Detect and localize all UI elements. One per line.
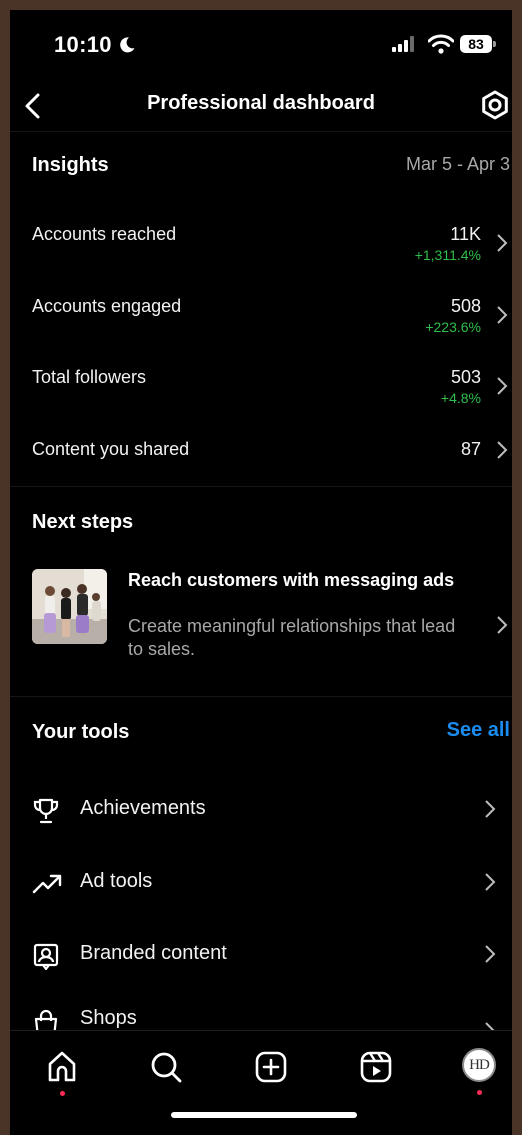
your-tools-section: Your tools See all Achievements Ad tools [10,697,512,1030]
chevron-right-icon [485,873,496,891]
gear-icon[interactable] [480,90,510,120]
battery-indicator: 83 [460,35,492,53]
tool-achievements[interactable]: Achievements [10,779,512,839]
search-icon[interactable] [146,1047,186,1087]
tool-label: Shops [80,1007,137,1029]
profile-avatar[interactable]: HD [462,1048,496,1082]
insight-value: 503 [450,367,481,387]
tool-label: Achievements [80,797,206,819]
next-steps-section: Next steps Reach customers with messagin… [10,487,512,697]
phone-screen: 10:10 83 Professional dashboard Insights… [10,10,512,1135]
chevron-right-icon [485,800,496,818]
insight-value: 11K [450,224,481,244]
next-step-title: Reach customers with messaging ads [128,570,455,590]
insight-value: 87 [460,439,481,459]
trophy-icon [33,798,59,824]
chevron-right-icon [497,234,508,252]
bottom-tab-bar [10,1030,512,1135]
status-time: 10:10 [54,32,112,57]
chevron-right-icon [485,1022,495,1030]
tool-ad-tools[interactable]: Ad tools [10,852,512,912]
trending-up-icon [32,874,62,894]
home-icon[interactable] [42,1047,82,1087]
insight-label: Content you shared [32,439,190,459]
chevron-right-icon [497,616,508,634]
tool-branded-content[interactable]: Branded content [10,924,512,984]
tool-label: Branded content [80,942,227,964]
home-indicator [171,1112,357,1118]
chevron-right-icon [497,377,508,395]
insight-label: Total followers [32,367,147,387]
reels-icon[interactable] [356,1047,396,1087]
home-notification-dot [60,1091,65,1096]
insight-change: +4.8% [440,390,481,406]
tool-label: Ad tools [80,870,153,892]
insights-title: Insights [32,154,109,176]
chevron-right-icon [497,441,508,459]
battery-tip [493,41,496,47]
see-all-link[interactable]: See all [447,719,510,742]
header-bar: Professional dashboard [10,80,512,132]
branded-content-icon [33,943,59,970]
insight-change: +223.6% [425,319,481,335]
insight-label: Accounts engaged [32,296,182,316]
insight-row-total-followers[interactable]: Total followers 503 +4.8% [10,353,512,413]
date-range-selector[interactable]: Mar 5 - Apr 3 [406,154,510,175]
status-bar: 10:10 83 [10,10,512,80]
next-step-description: Create meaningful relationships that lea… [128,616,456,659]
cellular-signal-icon [392,36,414,52]
insight-value: 508 [450,296,481,316]
insight-row-accounts-reached[interactable]: Accounts reached 11K +1,311.4% [10,210,512,270]
insight-row-content-shared[interactable]: Content you shared 87 [10,425,512,485]
page-title: Professional dashboard [147,92,375,114]
profile-notification-dot [477,1090,482,1095]
shopping-bag-icon [34,1009,58,1030]
insight-label: Accounts reached [32,224,177,244]
insights-section: Insights Mar 5 - Apr 3 Accounts reached … [10,132,512,487]
next-step-card[interactable]: Reach customers with messaging ads Creat… [10,487,512,697]
insight-row-accounts-engaged[interactable]: Accounts engaged 508 +223.6% [10,282,512,342]
chevron-right-icon [485,945,496,963]
chevron-right-icon [497,306,508,324]
moon-icon [120,37,135,53]
insight-change: +1,311.4% [414,247,481,263]
ad-thumbnail-image [32,569,107,644]
wifi-icon [428,34,454,54]
tool-shops[interactable]: Shops [10,997,512,1030]
create-icon[interactable] [251,1047,291,1087]
tools-title: Your tools [32,721,130,743]
